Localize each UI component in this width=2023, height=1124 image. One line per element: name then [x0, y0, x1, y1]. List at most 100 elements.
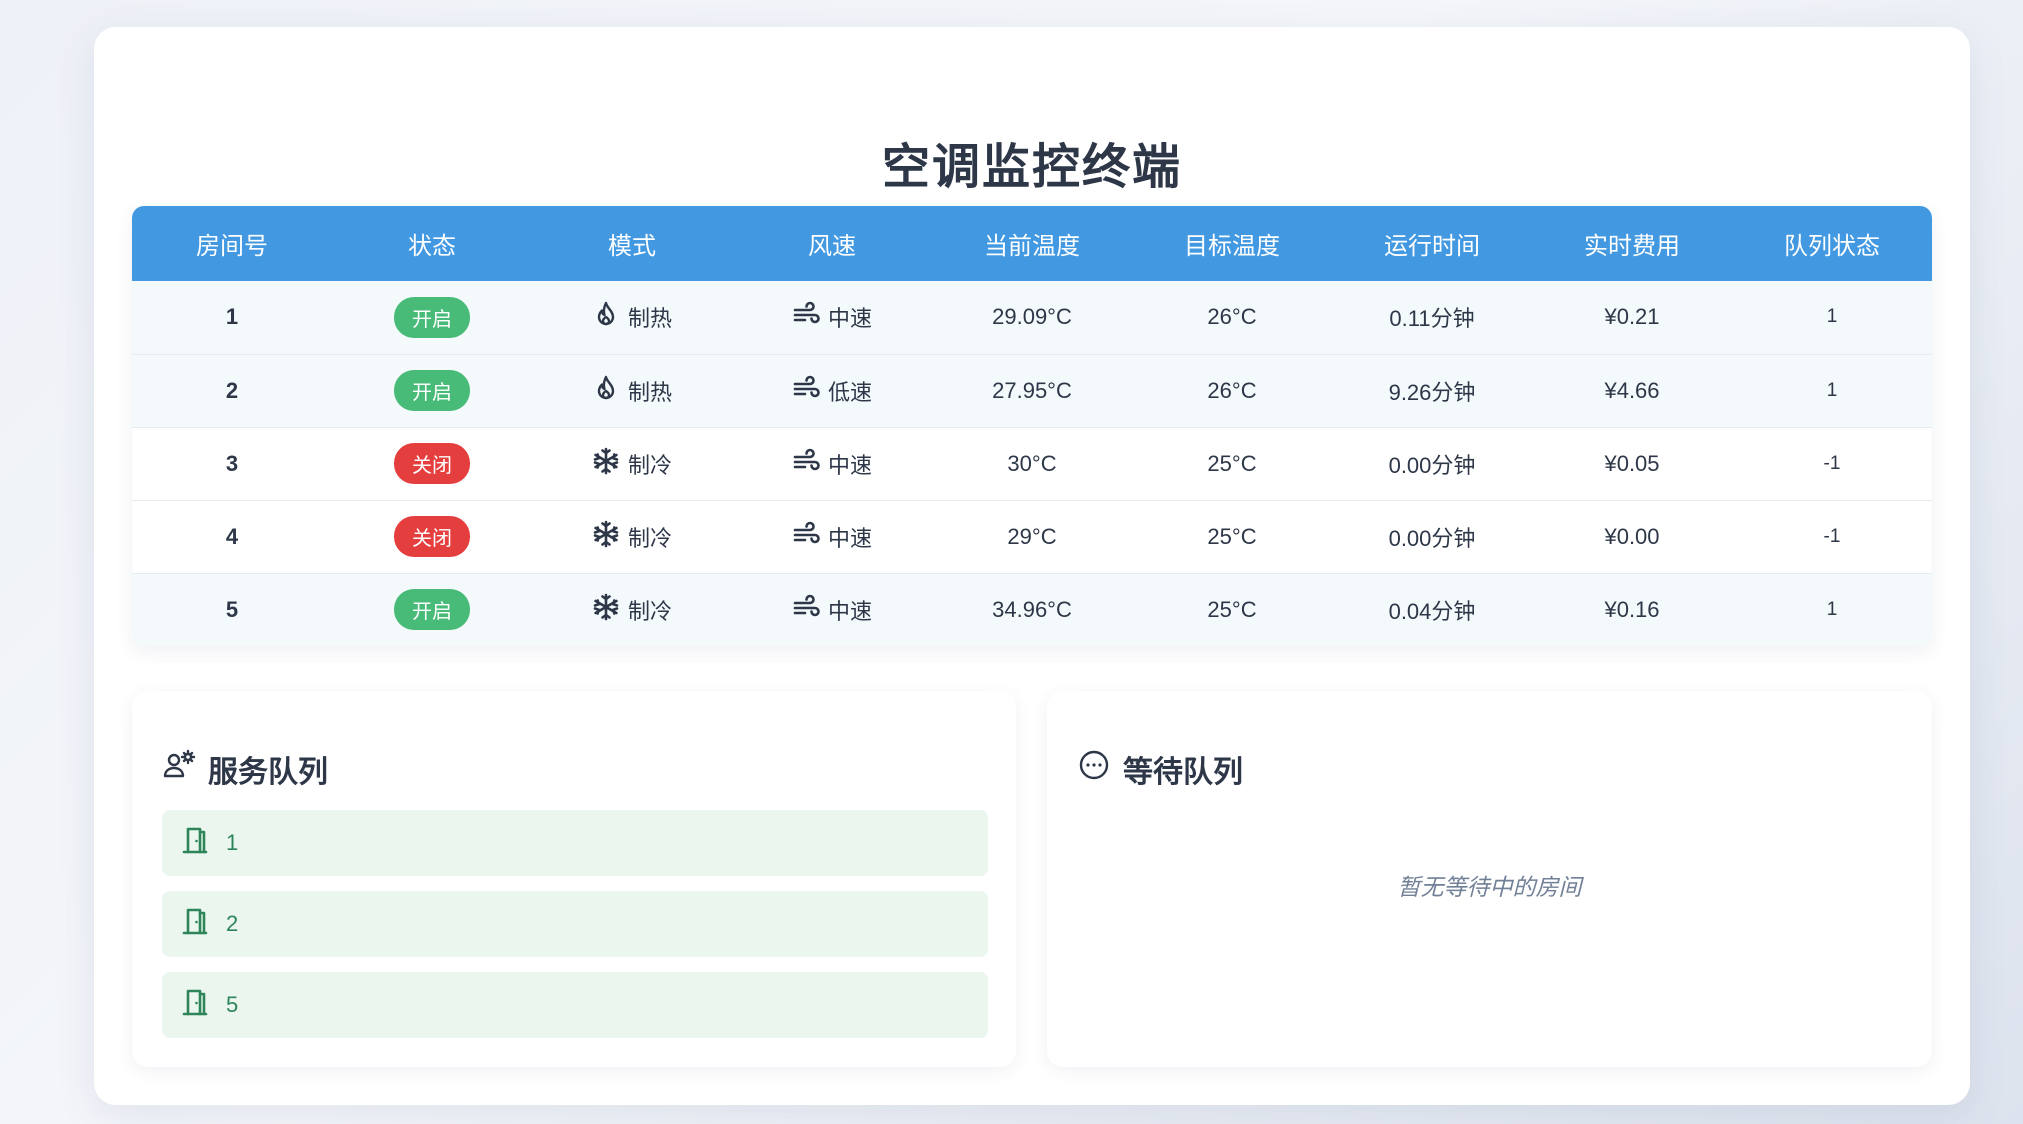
table-row: 5 开启 制冷 中速 34.96°C 25°C 0.04分钟 ¥0.16 1 [132, 573, 1932, 646]
target-temp-cell: 26°C [1207, 304, 1257, 330]
door-icon [180, 987, 210, 1023]
current-temp-cell: 29°C [1007, 523, 1057, 549]
column-header-room: 房间号 [196, 233, 268, 260]
service-queue-item-label: 5 [226, 992, 239, 1017]
flame-icon [592, 374, 620, 408]
runtime-cell: 9.26分钟 [1388, 379, 1476, 405]
queue-status-cell: 1 [1826, 306, 1838, 328]
fan-speed-cell-content: 中速 [792, 520, 872, 554]
service-queue-item: 1 [162, 810, 988, 876]
current-temp-cell: 34.96°C [992, 596, 1072, 622]
fan-speed-label: 中速 [827, 452, 872, 478]
mode-cell-content: 制热 [592, 374, 672, 408]
status-badge: 开启 [394, 589, 470, 631]
column-header-queue-status: 队列状态 [1784, 233, 1880, 260]
mode-cell-content: 制热 [592, 300, 672, 334]
column-header-target-temp: 目标温度 [1184, 233, 1280, 260]
fan-speed-cell-content: 中速 [792, 593, 872, 627]
waiting-queue-title-text: 等待队列 [1123, 756, 1243, 789]
room-number-cell: 1 [225, 304, 239, 330]
mode-cell-content: 制冷 [592, 593, 672, 627]
fan-speed-cell: 低速 [732, 354, 932, 427]
runtime-cell: 0.04分钟 [1388, 598, 1476, 624]
table-row: 1 开启 制热 中速 29.09°C 26°C 0.11分钟 ¥0.21 1 [132, 281, 1932, 354]
fan-speed-cell-content: 中速 [792, 300, 872, 334]
target-temp-cell: 25°C [1207, 596, 1257, 622]
fan-speed-cell-content: 中速 [792, 447, 872, 481]
room-number-cell: 3 [225, 450, 239, 476]
column-header-cost: 实时费用 [1584, 233, 1680, 260]
wind-icon [792, 374, 820, 408]
fan-speed-cell-content: 低速 [792, 374, 872, 408]
service-queue-title-text: 服务队列 [208, 756, 328, 789]
service-queue-list: 1 2 5 [162, 810, 988, 1053]
door-icon [180, 825, 210, 861]
column-header-current-temp: 当前温度 [984, 233, 1080, 260]
current-temp-cell: 30°C [1007, 450, 1057, 476]
mode-cell-content: 制冷 [592, 447, 672, 481]
status-badge: 关闭 [394, 443, 470, 484]
mode-label: 制冷 [627, 598, 672, 624]
current-temp-cell: 27.95°C [992, 377, 1072, 403]
runtime-cell: 0.00分钟 [1388, 525, 1476, 551]
cost-cell: ¥4.66 [1604, 377, 1660, 403]
status-cell: 关闭 [332, 500, 532, 573]
queue-status-cell: -1 [1823, 452, 1841, 474]
queue-status-cell: 1 [1826, 598, 1838, 620]
column-header-mode: 模式 [608, 233, 656, 260]
mode-label: 制冷 [627, 452, 672, 478]
fan-speed-label: 低速 [827, 379, 872, 405]
status-badge: 开启 [394, 296, 470, 338]
monitor-card: 空调监控终端 房间号 状态 模式 风速 当前温度 目标温度 运行时间 实时费用 … [94, 27, 1970, 1105]
mode-label: 制热 [627, 379, 672, 405]
wind-icon [792, 593, 820, 627]
service-queue-item: 2 [162, 891, 988, 957]
status-cell: 开启 [332, 281, 532, 354]
mode-cell: 制冷 [532, 427, 732, 500]
column-header-fan-speed: 风速 [808, 233, 856, 260]
waiting-queue-title: 等待队列 [1077, 747, 1243, 791]
snowflake-icon [592, 520, 620, 554]
table-row: 2 开启 制热 低速 27.95°C 26°C 9.26分钟 ¥4.66 1 [132, 354, 1932, 427]
status-cell: 关闭 [332, 427, 532, 500]
queue-status-cell: 1 [1826, 379, 1838, 401]
wind-icon [792, 447, 820, 481]
mode-label: 制热 [627, 306, 672, 332]
runtime-cell: 0.00分钟 [1388, 452, 1476, 478]
mode-cell: 制冷 [532, 573, 732, 646]
column-header-status: 状态 [408, 233, 456, 260]
mode-cell-content: 制冷 [592, 520, 672, 554]
wind-icon [792, 520, 820, 554]
wind-icon [792, 300, 820, 334]
table-row: 3 关闭 制冷 中速 30°C 25°C 0.00分钟 ¥0.05 -1 [132, 427, 1932, 500]
room-number-cell: 5 [225, 596, 239, 622]
ellipsis-circle-icon [1077, 748, 1111, 790]
fan-speed-cell: 中速 [732, 427, 932, 500]
fan-speed-label: 中速 [827, 306, 872, 332]
waiting-queue-empty-message: 暂无等待中的房间 [1397, 874, 1582, 900]
mode-cell: 制冷 [532, 500, 732, 573]
service-queue-item: 5 [162, 972, 988, 1038]
status-cell: 开启 [332, 354, 532, 427]
service-queue-item-label: 1 [226, 830, 239, 855]
fan-speed-cell: 中速 [732, 573, 932, 646]
mode-label: 制冷 [627, 525, 672, 551]
snowflake-icon [592, 593, 620, 627]
column-header-runtime: 运行时间 [1384, 233, 1480, 260]
target-temp-cell: 25°C [1207, 523, 1257, 549]
room-number-cell: 4 [225, 523, 239, 549]
table-header-row: 房间号 状态 模式 风速 当前温度 目标温度 运行时间 实时费用 队列状态 [132, 206, 1932, 281]
cost-cell: ¥0.21 [1604, 304, 1660, 330]
table-row: 4 关闭 制冷 中速 29°C 25°C 0.00分钟 ¥0.00 -1 [132, 500, 1932, 573]
target-temp-cell: 25°C [1207, 450, 1257, 476]
mode-cell: 制热 [532, 281, 732, 354]
page-title: 空调监控终端 [881, 141, 1182, 194]
cost-cell: ¥0.05 [1604, 450, 1660, 476]
status-cell: 开启 [332, 573, 532, 646]
fan-speed-cell: 中速 [732, 500, 932, 573]
fan-speed-label: 中速 [827, 525, 872, 551]
fan-speed-cell: 中速 [732, 281, 932, 354]
target-temp-cell: 26°C [1207, 377, 1257, 403]
status-badge: 关闭 [394, 516, 470, 557]
service-queue-item-label: 2 [226, 911, 239, 936]
